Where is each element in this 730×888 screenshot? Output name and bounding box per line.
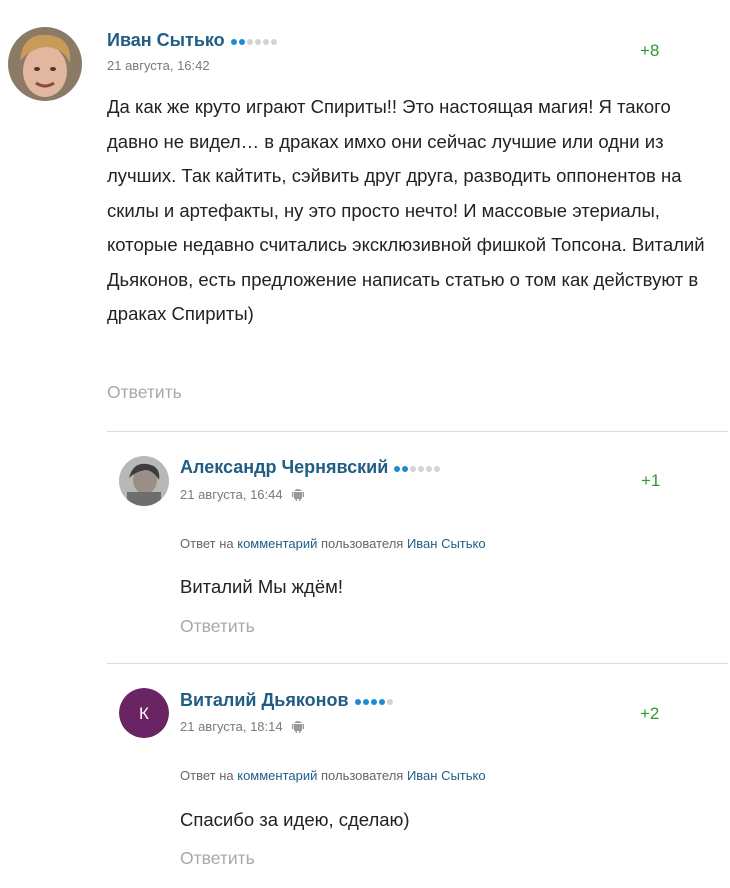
user-level-dots (354, 691, 395, 712)
author-name[interactable]: Александр Чернявский (180, 457, 442, 479)
author-name-text[interactable]: Иван Сытько (107, 30, 225, 50)
avatar[interactable] (8, 27, 82, 101)
comment-date: 21 августа, 18:14 (180, 719, 305, 736)
avatar[interactable]: К (119, 688, 169, 738)
reply-to-prefix: Ответ на (180, 768, 234, 783)
level-dot-empty (254, 39, 261, 45)
level-dot-empty (418, 466, 425, 472)
comment-date: 21 августа, 16:44 (180, 487, 305, 504)
user-level-dots (394, 458, 442, 479)
reply-to-middle: пользователя (321, 536, 404, 551)
comment-text: Спасибо за идею, сделаю) (180, 809, 410, 830)
level-dot-filled (362, 699, 369, 705)
level-dot-filled (230, 39, 237, 45)
level-dot-filled (394, 466, 401, 472)
level-dot-filled (370, 699, 377, 705)
level-dot-empty (434, 466, 441, 472)
android-icon (292, 487, 305, 504)
reply-to-user-link[interactable]: Иван Сытько (407, 768, 486, 783)
comment-rating[interactable]: +8 (640, 41, 659, 61)
reply-to-comment-link[interactable]: комментарий (237, 536, 317, 551)
author-name-text[interactable]: Виталий Дьяконов (180, 690, 349, 710)
reply-to-prefix: Ответ на (180, 536, 234, 551)
avatar[interactable] (119, 456, 169, 506)
reply-to-note: Ответ на комментарий пользователя Иван С… (180, 768, 486, 783)
reply-button[interactable]: Ответить (180, 616, 255, 637)
comment-date-text: 21 августа, 18:14 (180, 719, 283, 734)
comment-date: 21 августа, 16:42 (107, 58, 210, 73)
reply-button[interactable]: Ответить (180, 848, 255, 869)
level-dot-empty (270, 39, 277, 45)
reply-to-comment-link[interactable]: комментарий (237, 768, 317, 783)
reply-to-user-link[interactable]: Иван Сытько (407, 536, 486, 551)
level-dot-filled (378, 699, 385, 705)
level-dot-filled (354, 699, 361, 705)
divider (107, 431, 728, 432)
level-dot-empty (246, 39, 253, 45)
author-name[interactable]: Иван Сытько (107, 30, 279, 52)
level-dot-empty (410, 466, 417, 472)
comment-rating[interactable]: +1 (641, 471, 660, 491)
reply-button[interactable]: Ответить (107, 382, 182, 403)
comment-date-text: 21 августа, 16:44 (180, 487, 283, 502)
author-name-text[interactable]: Александр Чернявский (180, 457, 388, 477)
comment-rating[interactable]: +2 (640, 704, 659, 724)
level-dot-empty (262, 39, 269, 45)
comment-text: Виталий Мы ждём! (180, 576, 343, 597)
divider (107, 663, 728, 664)
level-dot-filled (238, 39, 245, 45)
level-dot-empty (426, 466, 433, 472)
author-name[interactable]: Виталий Дьяконов (180, 690, 395, 712)
level-dot-empty (386, 699, 393, 705)
user-level-dots (230, 31, 279, 52)
level-dot-filled (402, 466, 409, 472)
comment-text: Да как же круто играют Спириты!! Это нас… (107, 96, 705, 324)
android-icon (292, 719, 305, 736)
avatar-letter: К (139, 704, 149, 723)
reply-to-middle: пользователя (321, 768, 404, 783)
reply-to-note: Ответ на комментарий пользователя Иван С… (180, 536, 486, 551)
